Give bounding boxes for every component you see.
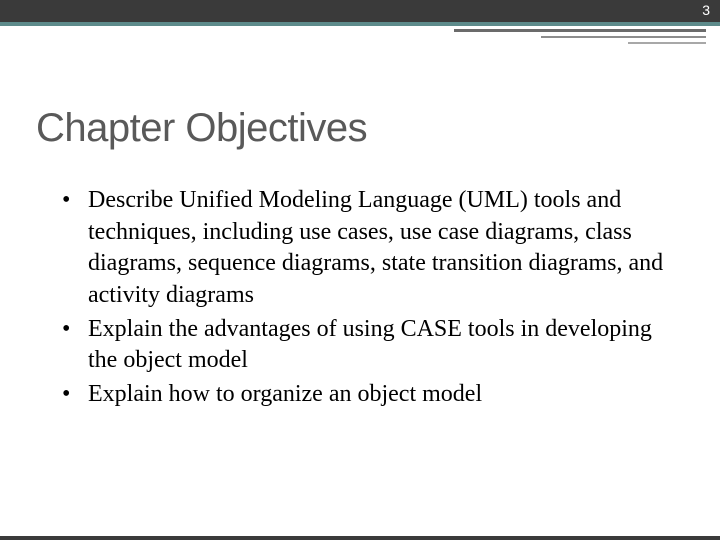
slide-title: Chapter Objectives — [36, 106, 720, 151]
top-header-bar: 3 — [0, 0, 720, 22]
list-item: Explain the advantages of using CASE too… — [62, 314, 670, 377]
decorative-line-3 — [628, 42, 706, 44]
bottom-border — [0, 536, 720, 540]
header-decorative-lines — [0, 26, 720, 50]
decorative-line-1 — [454, 29, 706, 32]
decorative-line-2 — [541, 36, 706, 38]
page-number: 3 — [702, 2, 710, 18]
list-item: Explain how to organize an object model — [62, 379, 670, 411]
list-item: Describe Unified Modeling Language (UML)… — [62, 185, 670, 312]
objectives-list: Describe Unified Modeling Language (UML)… — [62, 185, 670, 411]
